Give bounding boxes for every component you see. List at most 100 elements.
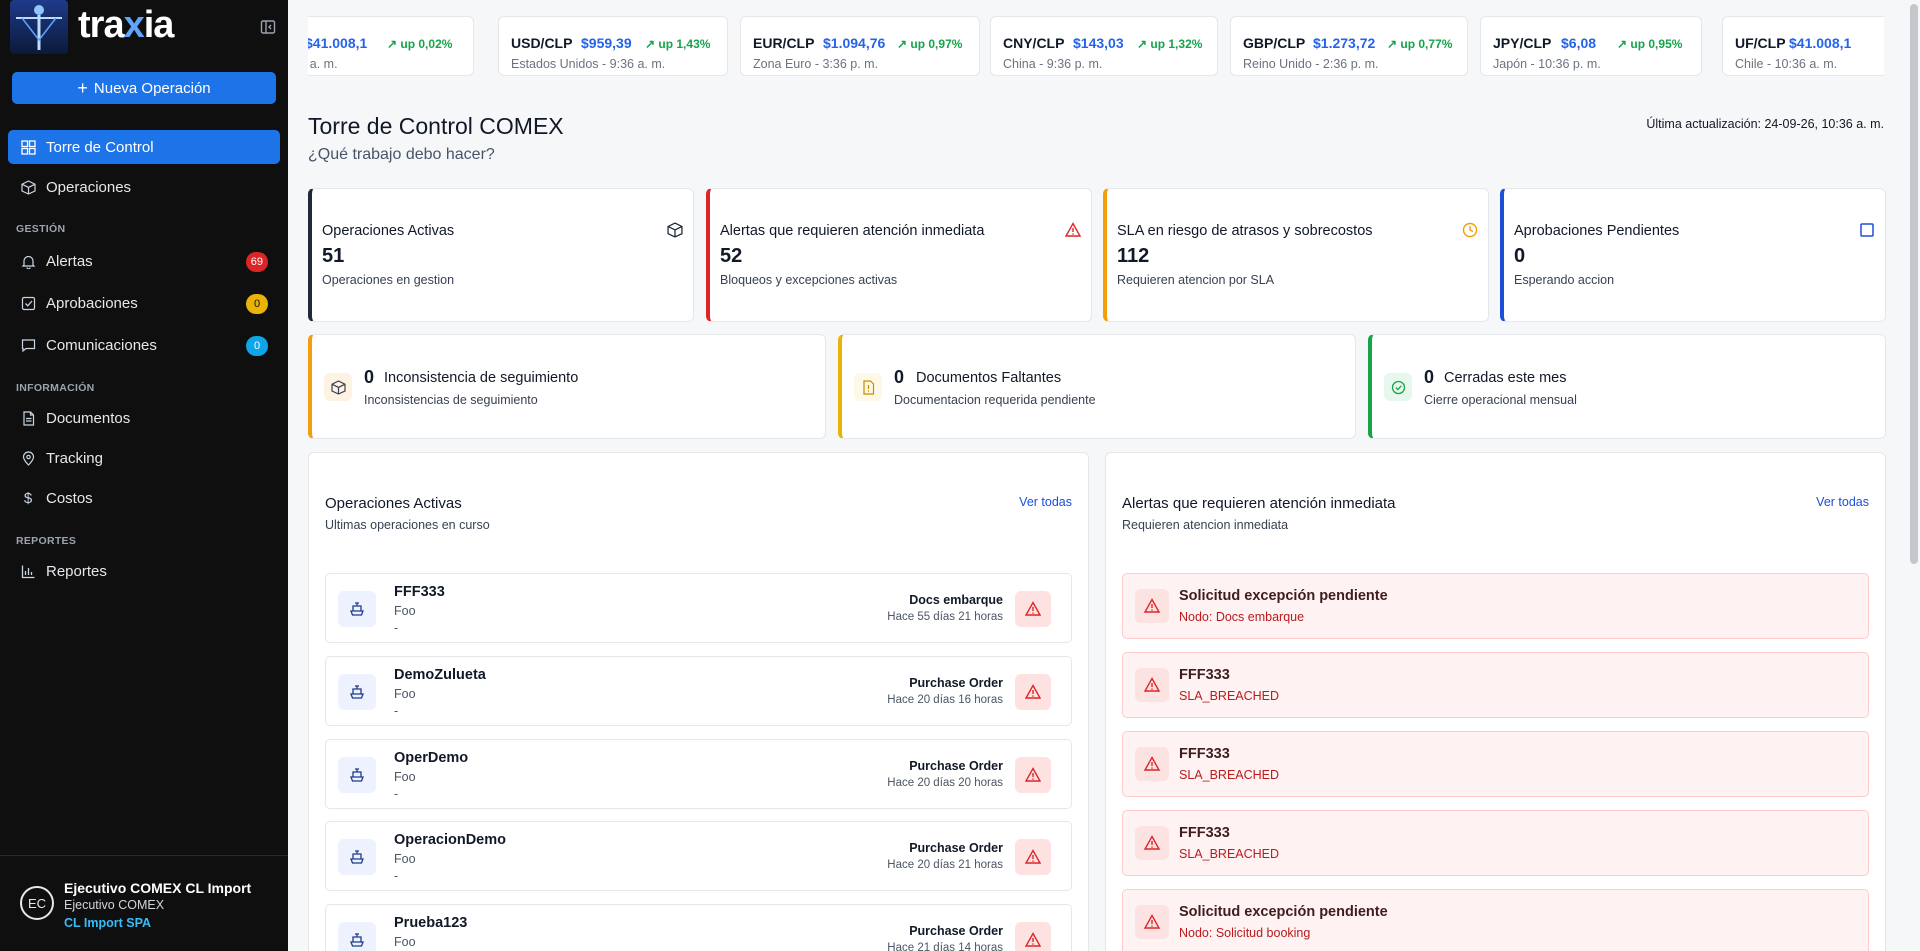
sidebar-item-costos[interactable]: $ Costos xyxy=(8,481,280,515)
warning-icon xyxy=(1064,222,1082,238)
bell-icon xyxy=(20,253,36,269)
user-role: Ejecutivo COMEX xyxy=(64,898,165,912)
sidebar-item-alertas[interactable]: Alertas 69 xyxy=(8,244,280,278)
alertas-count-badge: 69 xyxy=(245,252,268,272)
ticker-price: $6,08 xyxy=(1561,35,1597,51)
mini-card-documentos-faltantes[interactable]: 0 Documentos Faltantes Documentacion req… xyxy=(838,334,1356,439)
sidebar-item-aprobaciones[interactable]: Aprobaciones 0 xyxy=(8,286,280,320)
ticker-card: CNY/CLP $143,03 ↗ up 1,32% China - 9:36 … xyxy=(990,16,1218,76)
operation-client: Foo xyxy=(394,770,416,784)
operation-detail: - xyxy=(394,787,399,801)
alert-row[interactable]: FFF333 SLA_BREACHED xyxy=(1122,810,1869,876)
ticker-change: ↗ up 1,43% xyxy=(645,37,711,51)
mini-card-inconsistencia[interactable]: 0 Inconsistencia de seguimiento Inconsis… xyxy=(308,334,826,439)
alert-subtitle: Nodo: Docs embarque xyxy=(1179,610,1305,624)
alert-row[interactable]: Solicitud excepción pendiente Nodo: Docs… xyxy=(1122,573,1869,639)
kpi-card-operaciones-activas[interactable]: Operaciones Activas 51 Operaciones en ge… xyxy=(308,188,694,322)
alert-subtitle: SLA_BREACHED xyxy=(1179,847,1280,861)
ticker-card: LP $41.008,1 ↗ up 0,02% 10:36 a. m. xyxy=(308,16,474,76)
ticker-subtitle: Japón - 10:36 p. m. xyxy=(1493,57,1601,71)
sidebar-item-label: Torre de Control xyxy=(46,138,154,156)
operation-stage: Docs embarque xyxy=(909,593,1003,607)
sidebar-item-torre-de-control[interactable]: Torre de Control xyxy=(8,130,280,164)
plus-icon: + xyxy=(77,78,88,98)
sidebar-item-reportes[interactable]: Reportes xyxy=(8,554,280,588)
ver-todas-operaciones-link[interactable]: Ver todas xyxy=(1019,495,1072,509)
alert-subtitle: SLA_BREACHED xyxy=(1179,689,1280,703)
mini-title: Inconsistencia de seguimiento xyxy=(384,370,579,386)
brand-logo[interactable]: traxia xyxy=(10,0,276,54)
panel-title: Operaciones Activas xyxy=(325,495,462,512)
last-updated: Última actualización: 24-09-26, 10:36 a.… xyxy=(1646,117,1884,131)
operation-client: Foo xyxy=(394,935,416,949)
alerts-panel: Alertas que requieren atención inmediata… xyxy=(1105,452,1886,951)
warning-icon[interactable] xyxy=(1015,757,1051,793)
operation-row[interactable]: DemoZulueta Foo - Purchase Order Hace 20… xyxy=(325,656,1072,726)
operation-row[interactable]: OperacionDemo Foo - Purchase Order Hace … xyxy=(325,821,1072,891)
operation-row[interactable]: OperDemo Foo - Purchase Order Hace 20 dí… xyxy=(325,739,1072,809)
user-company: CL Import SPA xyxy=(64,916,152,930)
new-operation-button[interactable]: + Nueva Operación xyxy=(12,72,276,104)
vertical-scrollbar[interactable] xyxy=(1910,4,1918,564)
ticker-pair: USD/CLP xyxy=(511,35,573,51)
panel-subtitle: Requieren atencion inmediata xyxy=(1122,518,1289,532)
warning-icon[interactable] xyxy=(1015,591,1051,627)
operation-row[interactable]: Prueba123 Foo - Purchase Order Hace 21 d… xyxy=(325,904,1072,951)
map-pin-icon xyxy=(20,450,36,466)
operation-row[interactable]: FFF333 Foo - Docs embarque Hace 55 días … xyxy=(325,573,1072,643)
main-content: LP $41.008,1 ↗ up 0,02% 10:36 a. m. USD/… xyxy=(288,0,1920,951)
kpi-subtitle: Bloqueos y excepciones activas xyxy=(720,273,898,287)
warning-icon[interactable] xyxy=(1015,839,1051,875)
kpi-card-aprobaciones[interactable]: Aprobaciones Pendientes 0 Esperando acci… xyxy=(1500,188,1886,322)
ship-icon xyxy=(338,757,376,793)
kpi-subtitle: Operaciones en gestion xyxy=(322,273,455,287)
warning-icon[interactable] xyxy=(1015,922,1051,951)
sidebar-item-comunicaciones[interactable]: Comunicaciones 0 xyxy=(8,328,280,362)
ticker-price: $1.094,76 xyxy=(823,35,886,51)
section-reportes: REPORTES xyxy=(16,535,77,547)
sidebar: traxia + Nueva Operación Torre de Contro… xyxy=(0,0,288,951)
sidebar-item-tracking[interactable]: Tracking xyxy=(8,441,280,475)
ticker-price: $41.008,1 xyxy=(308,35,368,51)
panel-title: Alertas que requieren atención inmediata xyxy=(1122,495,1396,512)
alert-row[interactable]: FFF333 SLA_BREACHED xyxy=(1122,652,1869,718)
alert-row[interactable]: Solicitud excepción pendiente Nodo: Soli… xyxy=(1122,889,1869,951)
alert-row[interactable]: FFF333 SLA_BREACHED xyxy=(1122,731,1869,797)
box-icon xyxy=(667,222,683,238)
collapse-sidebar-icon[interactable] xyxy=(260,19,276,35)
mini-card-cerradas[interactable]: 0 Cerradas este mes Cierre operacional m… xyxy=(1368,334,1886,439)
kpi-subtitle: Requieren atencion por SLA xyxy=(1117,273,1275,287)
alert-title: FFF333 xyxy=(1179,746,1230,762)
kpi-card-alertas[interactable]: Alertas que requieren atención inmediata… xyxy=(706,188,1092,322)
operations-panel: Operaciones Activas Ultimas operaciones … xyxy=(308,452,1089,951)
warning-icon[interactable] xyxy=(1015,674,1051,710)
document-icon xyxy=(20,410,36,426)
currency-ticker: LP $41.008,1 ↗ up 0,02% 10:36 a. m. USD/… xyxy=(308,16,1884,90)
ticker-price: $1.273,72 xyxy=(1313,35,1376,51)
message-icon xyxy=(20,337,36,353)
operation-detail: - xyxy=(394,704,399,718)
warning-icon xyxy=(1135,668,1169,702)
ticker-subtitle: Chile - 10:36 a. m. xyxy=(1735,57,1838,71)
ver-todas-alertas-link[interactable]: Ver todas xyxy=(1816,495,1869,509)
kpi-title: Aprobaciones Pendientes xyxy=(1514,223,1680,239)
user-profile[interactable]: EC Ejecutivo COMEX CL Import Ejecutivo C… xyxy=(0,855,288,951)
brand-name: traxia xyxy=(78,4,174,46)
comunicaciones-count-badge: 0 xyxy=(246,336,268,356)
ticker-card: JPY/CLP $6,08 ↗ up 0,95% Japón - 10:36 p… xyxy=(1480,16,1702,76)
sidebar-item-operaciones[interactable]: Operaciones xyxy=(8,170,280,204)
section-gestion: GESTIÓN xyxy=(16,223,66,235)
ticker-price: $41.008,1 xyxy=(1789,35,1852,51)
kpi-card-sla[interactable]: SLA en riesgo de atrasos y sobrecostos 1… xyxy=(1103,188,1489,322)
kpi-value: 51 xyxy=(322,245,345,267)
kpi-title: Alertas que requieren atención inmediata xyxy=(720,223,985,239)
kpi-title: SLA en riesgo de atrasos y sobrecostos xyxy=(1117,223,1373,239)
sidebar-item-documentos[interactable]: Documentos xyxy=(8,401,280,435)
dollar-icon: $ xyxy=(23,489,33,507)
operation-time: Hace 21 días 14 horas xyxy=(887,942,1003,951)
operation-time: Hace 20 días 21 horas xyxy=(887,859,1003,871)
operation-detail: - xyxy=(394,621,399,635)
warning-icon xyxy=(1135,826,1169,860)
operation-detail: - xyxy=(394,869,399,883)
operation-client: Foo xyxy=(394,852,416,866)
